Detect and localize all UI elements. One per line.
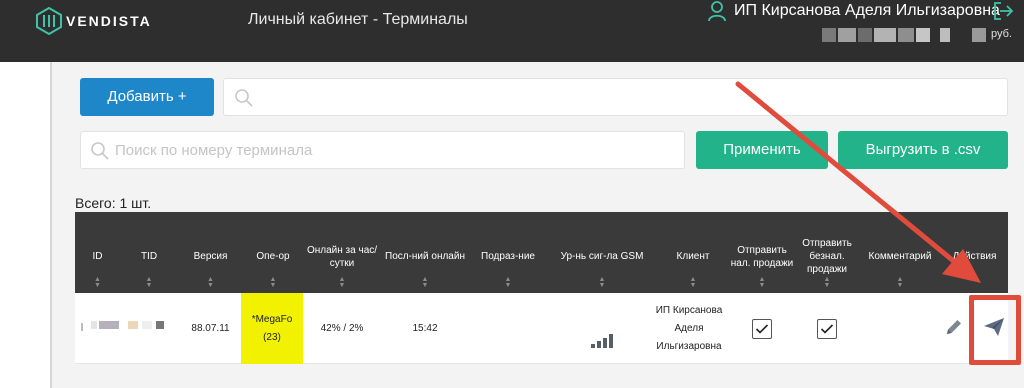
logo[interactable]: VENDISTA <box>36 7 152 35</box>
add-terminal-button[interactable]: Добавить + <box>80 78 214 116</box>
search-icon <box>91 142 109 160</box>
apply-button[interactable]: Применить <box>696 131 828 169</box>
column-header-comment[interactable]: Комментарий ▲ ▼ <box>859 212 941 293</box>
sort-icon[interactable]: ▲ ▼ <box>690 276 697 289</box>
sort-icon[interactable]: ▲ ▼ <box>207 276 214 289</box>
table-row[interactable]: 88.07.11 *MegaFo (23) 42% / 2% 15:42 ИП … <box>75 293 1008 364</box>
balance-currency: руб. <box>991 28 1012 40</box>
cell-comment <box>859 293 941 364</box>
cell-last-online: 15:42 <box>412 322 438 334</box>
cell-send-cash <box>729 293 795 364</box>
send-cash-checkbox[interactable] <box>752 318 772 339</box>
cell-online: 42% / 2% <box>320 322 364 334</box>
sort-icon[interactable]: ▲ ▼ <box>759 276 766 289</box>
column-header-online[interactable]: Онлайн за час/ сутки ▲ ▼ <box>303 212 381 293</box>
operator-name: *MegaFo <box>251 313 293 325</box>
signal-strength-icon <box>591 334 613 348</box>
total-count: Всего: 1 шт. <box>75 195 152 211</box>
table-header: ID ▲ ▼ TID ▲ ▼ Версия ▲ ▼ Опе-ор ▲ ▼ Онлайн за ч… <box>75 212 1008 293</box>
sort-icon[interactable]: ▲ ▼ <box>422 276 429 289</box>
cell-gsm <box>547 293 657 364</box>
terminal-search-field[interactable] <box>80 131 685 169</box>
column-header-id[interactable]: ID ▲ ▼ <box>75 212 120 293</box>
cell-client: ИП Кирсанова Аделя Ильгизаровна <box>655 304 723 352</box>
column-header-send-cashless[interactable]: Отправить безнал. продажи ▲ ▼ <box>795 212 859 293</box>
cell-send-cashless <box>795 293 859 364</box>
column-header-actions: Действия <box>952 251 997 262</box>
balance-redacted <box>822 28 990 42</box>
terminal-search-input[interactable] <box>115 132 675 168</box>
sort-icon[interactable]: ▲ ▼ <box>599 276 606 289</box>
search-icon <box>235 89 253 107</box>
vendista-logo-icon <box>36 7 62 35</box>
user-icon <box>708 1 726 22</box>
highlight-box-annotation <box>969 295 1021 365</box>
cell-division <box>469 293 547 364</box>
cell-operator: *MegaFo (23) <box>241 293 303 364</box>
top-bar: VENDISTA Личный кабинет - Терминалы ИП К… <box>0 0 1024 62</box>
column-header-division[interactable]: Подраз-ние ▲ ▼ <box>469 212 547 293</box>
sort-icon[interactable]: ▲ ▼ <box>897 276 904 289</box>
sort-icon[interactable]: ▲ ▼ <box>339 276 346 289</box>
column-header-send-cash[interactable]: Отправить нал. продажи ▲ ▼ <box>729 212 795 293</box>
page-title: Личный кабинет - Терминалы <box>248 11 468 28</box>
column-header-version[interactable]: Версия ▲ ▼ <box>178 212 243 293</box>
operator-count: (23) <box>263 331 281 343</box>
sort-icon[interactable]: ▲ ▼ <box>505 276 512 289</box>
user-name[interactable]: ИП Кирсанова Аделя Ильгизаровна <box>734 2 1000 20</box>
send-cashless-checkbox[interactable] <box>817 318 837 339</box>
pencil-icon[interactable] <box>944 317 964 337</box>
column-header-tid[interactable]: TID ▲ ▼ <box>120 212 178 293</box>
cell-id-redacted <box>75 293 120 364</box>
cell-version: 88.07.11 <box>191 322 230 334</box>
logout-icon[interactable] <box>992 0 1014 22</box>
export-csv-button[interactable]: Выгрузить в .csv <box>838 131 1008 169</box>
sort-icon[interactable]: ▲ ▼ <box>94 276 101 289</box>
sort-icon[interactable]: ▲ ▼ <box>824 276 831 289</box>
column-header-gsm[interactable]: Ур-нь сиг-ла GSM ▲ ▼ <box>547 212 657 293</box>
checkmark-icon <box>820 323 834 334</box>
column-header-operator[interactable]: Опе-ор ▲ ▼ <box>243 212 303 293</box>
column-header-client[interactable]: Клиент ▲ ▼ <box>657 212 729 293</box>
cell-tid-redacted <box>120 293 178 364</box>
checkmark-icon <box>755 323 769 334</box>
column-header-last-online[interactable]: Посл-ний онлайн ▲ ▼ <box>381 212 469 293</box>
sort-icon[interactable]: ▲ ▼ <box>270 276 277 289</box>
filter-input[interactable] <box>223 78 1008 116</box>
logo-text: VENDISTA <box>66 13 152 29</box>
sort-icon[interactable]: ▲ ▼ <box>146 276 153 289</box>
